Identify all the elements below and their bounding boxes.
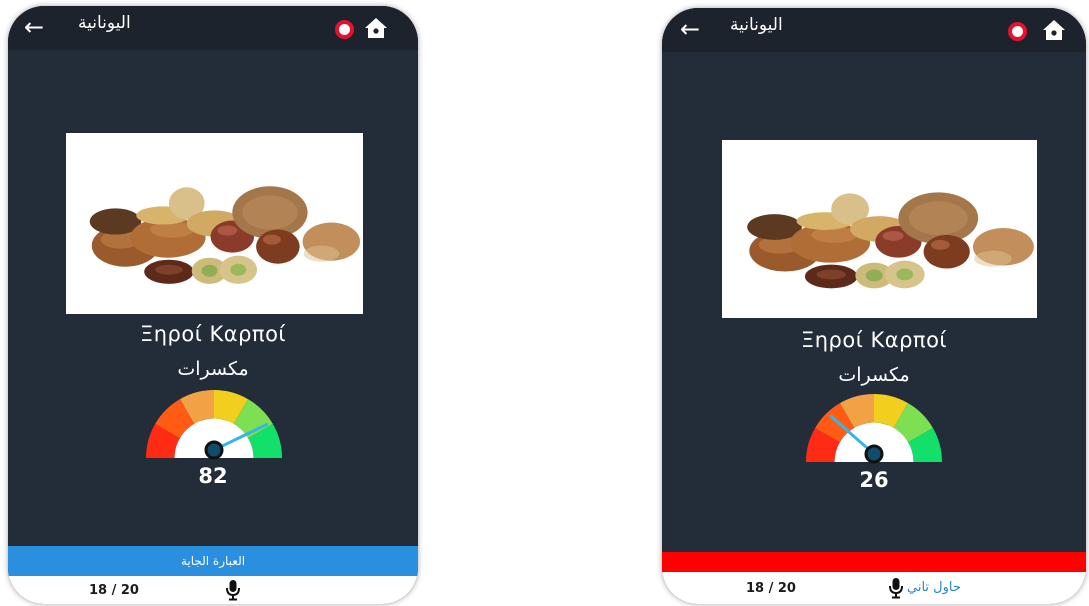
bottom-bar: 18 / 20 <box>8 576 418 604</box>
nuts-photo <box>66 133 363 314</box>
language-title: اليونانية <box>78 13 131 33</box>
microphone-icon[interactable] <box>888 577 904 599</box>
arrow-left-icon[interactable]: ← <box>24 10 44 44</box>
greek-word: Ξηροί Καρποί <box>139 322 287 346</box>
microphone-icon[interactable] <box>225 579 241 601</box>
score-gauge <box>146 390 282 460</box>
score-value: 26 <box>859 468 889 492</box>
progress-counter: 18 / 20 <box>89 583 139 598</box>
arabic-translation: مكسرات <box>838 364 910 386</box>
phone-screen-retry: ← اليونانية Ξηροί Καρποί مكسرات 26 18 / … <box>662 8 1086 604</box>
top-app-bar: ← اليونانية <box>662 8 1086 52</box>
home-icon[interactable] <box>1042 19 1066 41</box>
bottom-bar: 18 / 20 حاول تاني <box>662 572 1086 604</box>
next-phrase-button[interactable]: العبارة الجاية <box>8 546 418 576</box>
home-icon[interactable] <box>364 17 388 39</box>
progress-counter: 18 / 20 <box>746 581 796 596</box>
gauge-needle-hub <box>864 444 884 464</box>
score-gauge <box>806 394 942 464</box>
try-again-link[interactable]: حاول تاني <box>907 580 961 595</box>
arrow-left-icon[interactable]: ← <box>680 12 700 46</box>
arabic-translation: مكسرات <box>177 358 249 380</box>
greek-word: Ξηροί Καρποί <box>800 328 948 352</box>
nuts-photo <box>722 140 1037 318</box>
top-app-bar: ← اليونانية <box>8 6 418 50</box>
gauge-needle-hub <box>204 440 224 460</box>
circle-icon[interactable] <box>1008 22 1027 41</box>
score-value: 82 <box>198 464 228 488</box>
phone-screen-success: ← اليونانية Ξηροί Καρποί مكسرات 82 العبا… <box>8 6 418 604</box>
fail-status-bar <box>662 552 1086 572</box>
language-title: اليونانية <box>730 15 783 35</box>
circle-icon[interactable] <box>335 20 354 39</box>
